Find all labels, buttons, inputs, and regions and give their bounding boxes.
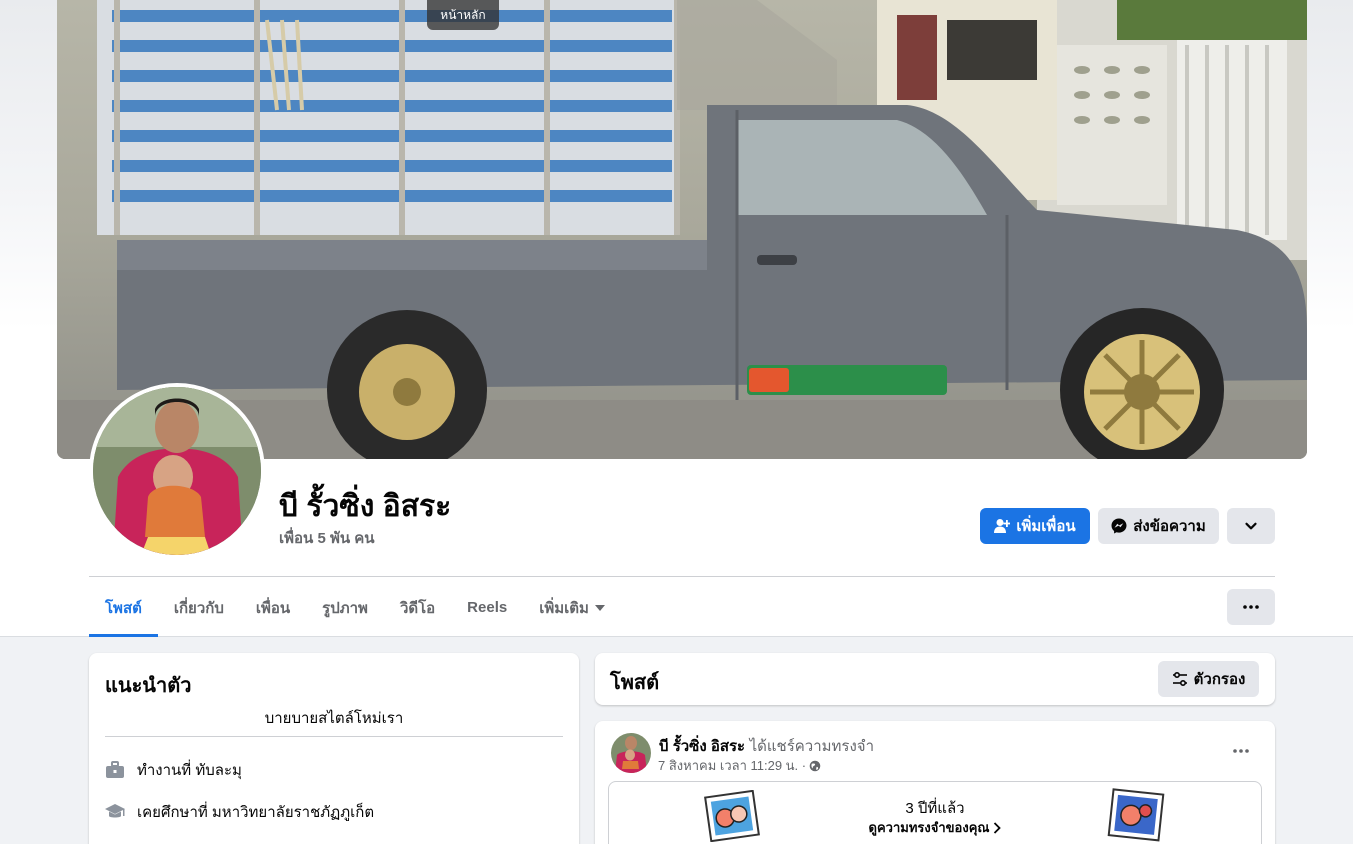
profile-tabs: โพสต์ เกี่ยวกับ เพื่อน รูปภาพ วิดีโอ Ree… [89, 578, 621, 637]
ellipsis-icon [1243, 605, 1259, 609]
tabs-overflow-button[interactable] [1227, 589, 1275, 625]
add-person-icon [994, 519, 1011, 533]
tab-reels[interactable]: Reels [451, 578, 523, 637]
post-action-text: ได้แชร์ความทรงจำ [749, 738, 875, 755]
filter-label: ตัวกรอง [1193, 671, 1246, 688]
message-button[interactable]: ส่งข้อความ [1098, 508, 1219, 544]
tab-friends-label: เพื่อน [255, 599, 291, 617]
memory-illustration-right [1107, 788, 1165, 842]
chevron-right-icon [994, 821, 1002, 834]
post-author-name[interactable]: บี รั้วซิ่ง อิสระ [659, 738, 745, 755]
more-actions-button[interactable] [1227, 508, 1275, 544]
header-divider [89, 576, 1275, 577]
tab-photos[interactable]: รูปภาพ [306, 578, 384, 637]
intro-bio: บายบายสไตล์โหม่เรา [264, 710, 404, 727]
tab-friends[interactable]: เพื่อน [240, 578, 306, 637]
cover-photo[interactable]: หน้าหลัก [57, 0, 1307, 459]
messenger-icon [1111, 518, 1127, 534]
tab-reels-label: Reels [467, 599, 508, 616]
add-friend-button[interactable]: เพิ่มเพื่อน [980, 508, 1090, 544]
memory-preview[interactable]: 3 ปีที่แล้ว ดูความทรงจำของคุณ [608, 781, 1262, 844]
friend-count[interactable]: เพื่อน 5 พัน คน [279, 526, 375, 550]
post-timestamp[interactable]: 7 สิงหาคม เวลา 11:29 น. · [658, 755, 806, 776]
message-label: ส่งข้อความ [1133, 518, 1206, 535]
post-options-button[interactable] [1225, 733, 1257, 769]
posts-header-card: โพสต์ ตัวกรอง [595, 653, 1275, 705]
tab-about[interactable]: เกี่ยวกับ [158, 578, 240, 637]
briefcase-icon [106, 761, 124, 778]
intro-item-education: เคยศึกษาที่ มหาวิทยาลัยราชภัฏภูเก็ต [105, 800, 374, 824]
intro-card: แนะนำตัว บายบายสไตล์โหม่เรา ทำงานที่ ทับ… [89, 653, 579, 844]
post-card: บี รั้วซิ่ง อิสระ ได้แชร์ความทรงจำ 7 สิง… [595, 721, 1275, 844]
tab-about-label: เกี่ยวกับ [173, 599, 224, 617]
intro-title: แนะนำตัว [105, 675, 192, 697]
tab-more-label: เพิ่มเติม [539, 599, 589, 617]
caret-down-icon [594, 604, 605, 611]
profile-avatar[interactable] [89, 383, 265, 559]
intro-work-text: ทำงานที่ ทับละมุ [137, 762, 242, 779]
tab-posts-label: โพสต์ [105, 599, 142, 617]
add-friend-label: เพิ่มเพื่อน [1016, 518, 1076, 535]
cover-photo-image [57, 0, 1307, 459]
tab-posts[interactable]: โพสต์ [89, 578, 158, 637]
tab-videos-label: วิดีโอ [399, 599, 436, 617]
intro-divider [105, 736, 563, 737]
post-author-avatar[interactable] [611, 733, 651, 773]
graduation-cap-icon [105, 804, 125, 818]
tab-videos[interactable]: วิดีโอ [384, 578, 451, 637]
chevron-down-icon [1245, 522, 1257, 530]
tab-photos-label: รูปภาพ [322, 599, 368, 617]
profile-avatar-image [93, 387, 261, 555]
post-meta: 7 สิงหาคม เวลา 11:29 น. · [658, 755, 821, 776]
ellipsis-icon [1233, 749, 1249, 753]
home-tooltip: หน้าหลัก [427, 0, 499, 30]
posts-title: โพสต์ [610, 672, 660, 694]
profile-name: บี รั้วซิ่ง อิสระ [279, 490, 452, 523]
intro-item-work: ทำงานที่ ทับละมุ [105, 758, 242, 782]
tab-more[interactable]: เพิ่มเติม [523, 578, 621, 637]
memory-link-label: ดูความทรงจำของคุณ [868, 820, 990, 835]
globe-icon [809, 760, 821, 771]
intro-education-text: เคยศึกษาที่ มหาวิทยาลัยราชภัฏภูเก็ต [137, 804, 375, 821]
sliders-icon [1172, 671, 1187, 687]
filter-button[interactable]: ตัวกรอง [1158, 661, 1259, 697]
